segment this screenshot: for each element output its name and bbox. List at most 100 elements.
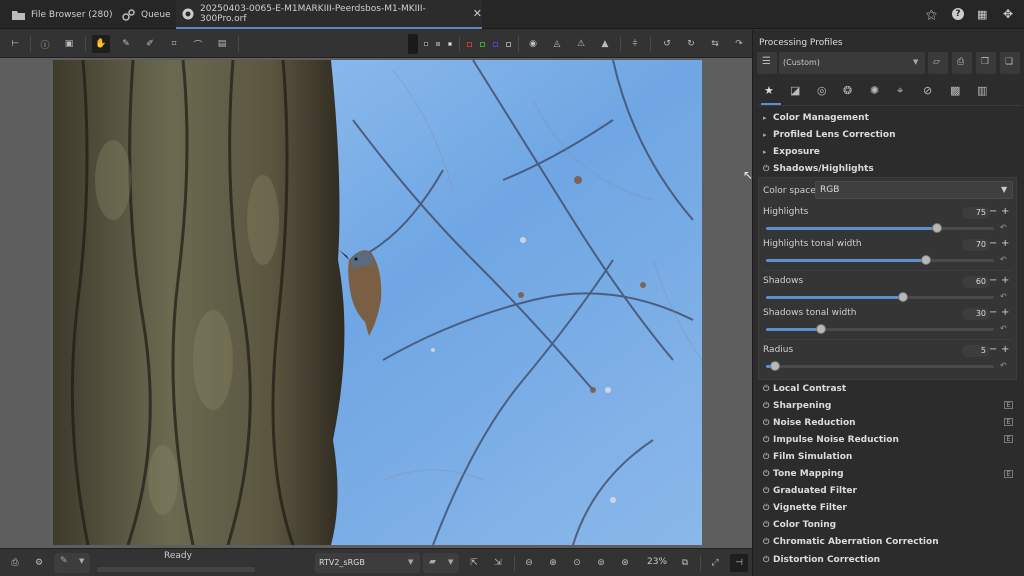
rotate-right-icon[interactable]: ↻ xyxy=(682,35,700,53)
minus-icon[interactable]: − xyxy=(989,206,997,218)
section-film-simulation[interactable]: ⏻ Film Simulation xyxy=(763,448,852,465)
external-editor-button[interactable]: ✎ ▼ xyxy=(54,553,90,573)
tab-queue[interactable]: Queue xyxy=(122,0,171,29)
rotate-left-icon[interactable]: ↺ xyxy=(658,35,676,53)
focus-mask-icon[interactable]: ◉ xyxy=(524,35,542,53)
hand-tool-icon[interactable]: ✋ xyxy=(92,35,110,53)
output-profile-select[interactable]: RTV2_sRGB ▼ xyxy=(315,553,420,573)
zoom-crop-icon[interactable]: ⊚ xyxy=(592,554,610,572)
minus-icon[interactable]: − xyxy=(989,275,997,287)
zoom-fit-icon[interactable]: ⊙ xyxy=(568,554,586,572)
reset-icon[interactable]: ↶ xyxy=(1000,361,1007,370)
section-exposure[interactable]: ▸ Exposure xyxy=(763,143,820,160)
shadow-clipping-icon[interactable]: ◬ xyxy=(548,35,566,53)
slider-track[interactable] xyxy=(766,255,994,265)
slider-track[interactable] xyxy=(766,324,994,334)
flip-horizontal-icon[interactable]: ⇆ xyxy=(706,35,724,53)
close-icon[interactable]: ✕ xyxy=(473,7,482,20)
help-icon[interactable]: ? xyxy=(952,8,964,20)
slider-track[interactable] xyxy=(766,223,994,233)
warning-icon[interactable]: ▲ xyxy=(596,35,614,53)
red-channel-toggle[interactable] xyxy=(467,42,472,47)
copy-profile-button[interactable]: ❐ xyxy=(976,52,996,74)
zoom-in-icon[interactable]: ⊕ xyxy=(544,554,562,572)
green-channel-toggle[interactable] xyxy=(480,42,485,47)
plus-icon[interactable]: + xyxy=(1001,275,1009,287)
info-icon[interactable]: ⓘ xyxy=(36,35,54,53)
power-icon[interactable]: ⏻ xyxy=(763,164,773,174)
slider-value[interactable]: 30 xyxy=(962,308,990,320)
tab-editor[interactable]: 20250403-0065-E-M1MARKIII-Peerdsbos-M1-M… xyxy=(176,0,482,29)
section-vignette-filter[interactable]: ⏻ Vignette Filter xyxy=(763,500,847,517)
straighten-icon[interactable]: ⌒ xyxy=(189,35,207,53)
minus-icon[interactable]: − xyxy=(989,344,997,356)
power-icon[interactable]: ⏻ xyxy=(763,452,773,462)
power-icon[interactable]: ⏻ xyxy=(763,418,773,428)
reset-icon[interactable]: ↶ xyxy=(1000,255,1007,264)
detail-tab-icon[interactable]: ◎ xyxy=(817,84,827,97)
plus-icon[interactable]: + xyxy=(1001,238,1009,250)
zoom-100-icon[interactable]: ⊛ xyxy=(616,554,634,572)
highlight-clipping-icon[interactable]: ⚠ xyxy=(572,35,590,53)
color-tab-icon[interactable]: ❂ xyxy=(843,84,852,97)
color-picker-icon[interactable]: ✐ xyxy=(141,35,159,53)
before-after-icon[interactable]: ▣ xyxy=(60,35,78,53)
paste-profile-button[interactable]: ❏ xyxy=(1000,52,1020,74)
plus-icon[interactable]: + xyxy=(1001,206,1009,218)
power-icon[interactable]: ⏻ xyxy=(763,486,773,496)
power-icon[interactable]: ⏻ xyxy=(763,384,773,394)
section-chromatic-aberration-correction[interactable]: ⏻ Chromatic Aberration Correction xyxy=(763,534,939,551)
section-distortion-correction[interactable]: ⏻ Distortion Correction xyxy=(763,551,880,568)
profile-select[interactable]: (Custom) ▼ xyxy=(779,52,925,74)
profile-list-button[interactable]: ☰ xyxy=(757,52,777,74)
metadata-tab-icon[interactable]: ▥ xyxy=(977,84,987,97)
slider-thumb[interactable] xyxy=(897,292,908,302)
flip-vertical-icon[interactable]: ↷ xyxy=(730,35,748,53)
slider-thumb[interactable] xyxy=(920,255,931,265)
power-icon[interactable]: ⏻ xyxy=(763,555,773,565)
slider-thumb[interactable] xyxy=(932,223,942,233)
crop-icon[interactable]: ⌗ xyxy=(165,35,183,53)
fullscreen-toggle-icon[interactable]: ⤢ xyxy=(706,554,724,572)
reset-icon[interactable]: ↶ xyxy=(1000,292,1007,301)
send-to-queue-icon[interactable]: ⚙ xyxy=(30,554,48,572)
color-space-select[interactable]: RGB ▼ xyxy=(815,181,1013,199)
photo-preview[interactable] xyxy=(53,60,702,545)
panel-layout-icon[interactable]: ▦ xyxy=(977,8,987,21)
white-balance-picker-icon[interactable]: ✎ xyxy=(117,35,135,53)
fullscreen-icon[interactable]: ✥ xyxy=(1003,7,1013,21)
plus-icon[interactable]: + xyxy=(1001,344,1009,356)
intent-select[interactable]: ▰ ▼ xyxy=(423,553,459,573)
transform-tab-icon[interactable]: ⌖ xyxy=(897,84,903,98)
slider-track[interactable] xyxy=(766,292,994,302)
toggle-right-panel-icon[interactable]: ⊣ xyxy=(730,554,748,572)
power-icon[interactable]: ⏻ xyxy=(763,537,773,547)
minus-icon[interactable]: − xyxy=(989,238,997,250)
magic-wand-icon[interactable]: ⚝ xyxy=(926,8,937,22)
reset-icon[interactable]: ↶ xyxy=(1000,324,1007,333)
slider-thumb[interactable] xyxy=(815,324,826,334)
slider-value[interactable]: 60 xyxy=(962,276,990,288)
power-icon[interactable]: ⏻ xyxy=(763,435,773,445)
section-noise-reduction[interactable]: ⏻ Noise Reduction xyxy=(763,414,856,431)
section-color-toning[interactable]: ⏻ Color Toning xyxy=(763,517,836,534)
blue-channel-toggle[interactable] xyxy=(493,42,498,47)
raw-tab-icon[interactable]: ⊘ xyxy=(923,84,932,97)
section-profiled-lens-correction[interactable]: ▸ Profiled Lens Correction xyxy=(763,126,895,143)
preview-bg-white[interactable] xyxy=(448,42,452,46)
save-profile-button[interactable]: ⎙ xyxy=(952,52,972,74)
gamut-check-icon[interactable]: ⇲ xyxy=(489,554,507,572)
perspective-icon[interactable]: ▤ xyxy=(213,35,231,53)
preview-mode-toggle[interactable] xyxy=(408,34,418,54)
zoom-out-icon[interactable]: ⊖ xyxy=(520,554,538,572)
section-sharpening[interactable]: ⏻ Sharpening xyxy=(763,397,831,414)
section-shadows-highlights[interactable]: ⏻ Shadows/Highlights xyxy=(763,160,874,177)
section-tone-mapping[interactable]: ⏻ Tone Mapping xyxy=(763,466,844,483)
new-detail-window-icon[interactable]: ⧉ xyxy=(676,554,694,572)
exposure-tab-icon[interactable]: ◪ xyxy=(790,84,800,97)
locallab-tab-icon[interactable]: ▩ xyxy=(950,84,960,97)
luminance-toggle[interactable] xyxy=(506,42,511,47)
minus-icon[interactable]: − xyxy=(989,307,997,319)
favorites-tab-icon[interactable]: ★ xyxy=(764,84,774,97)
toggle-history-icon[interactable]: ⊢ xyxy=(6,35,24,53)
